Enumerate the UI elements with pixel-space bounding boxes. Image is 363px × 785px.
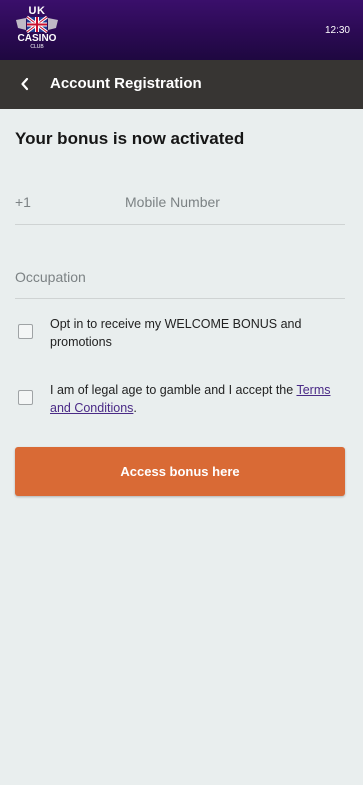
logo-text-casino: CASINO xyxy=(17,33,57,44)
mobile-number-input[interactable] xyxy=(123,190,342,214)
welcome-bonus-label[interactable]: Opt in to receive my WELCOME BONUS and p… xyxy=(50,315,350,351)
access-bonus-button[interactable]: Access bonus here xyxy=(15,447,345,496)
chevron-left-icon xyxy=(21,77,29,91)
phone-field: +1 xyxy=(15,186,345,225)
page-title: Account Registration xyxy=(50,75,202,92)
uk-casino-club-logo: UK CASINO CLUB xyxy=(14,6,60,52)
header-bar: Account Registration xyxy=(0,60,363,109)
legal-age-terms-text: I am of legal age to gamble and I accept… xyxy=(50,383,297,397)
status-bar: UK CASINO CLUB 12:30 xyxy=(0,0,363,60)
occupation-field xyxy=(15,261,345,299)
occupation-input[interactable] xyxy=(15,265,335,289)
back-button[interactable] xyxy=(12,70,38,98)
logo-text-club: CLUB xyxy=(30,44,44,50)
legal-age-terms-checkbox[interactable] xyxy=(18,390,33,405)
legal-age-terms-label[interactable]: I am of legal age to gamble and I accept… xyxy=(50,381,350,417)
welcome-bonus-checkbox[interactable] xyxy=(18,324,33,339)
bonus-heading: Your bonus is now activated xyxy=(15,129,245,148)
legal-age-terms-suffix: . xyxy=(133,401,137,415)
status-time: 12:30 xyxy=(324,25,350,36)
country-code-prefix[interactable]: +1 xyxy=(15,194,31,210)
